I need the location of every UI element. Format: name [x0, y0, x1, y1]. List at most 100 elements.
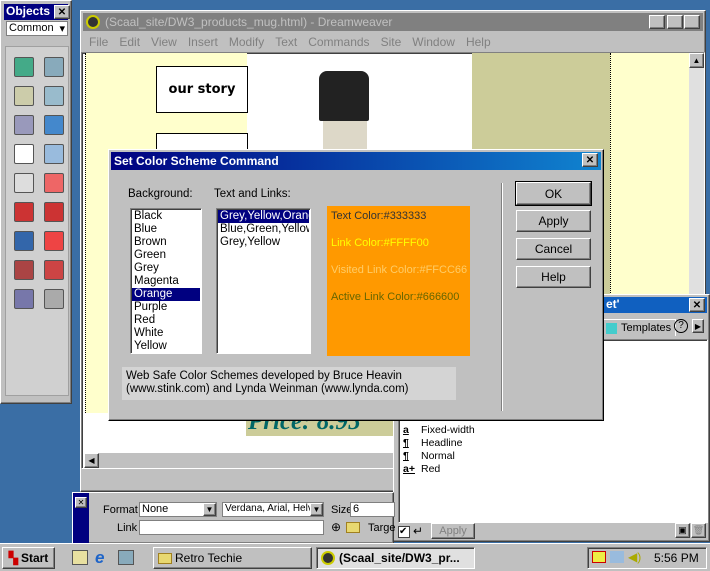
rollover-image-icon[interactable]: [44, 57, 64, 77]
category-select[interactable]: Common ▾: [6, 21, 68, 36]
background-option[interactable]: Red: [132, 314, 200, 327]
volume-icon[interactable]: ◀): [628, 550, 641, 564]
generator-icon[interactable]: [44, 231, 64, 251]
objects-panel: Objects ✕ Common ▾: [0, 0, 72, 404]
applet-icon[interactable]: [14, 260, 34, 280]
background-option[interactable]: Blue: [132, 223, 200, 236]
background-option[interactable]: Brown: [132, 236, 200, 249]
horizontal-rule-icon[interactable]: [14, 115, 34, 135]
navigation-bar-icon[interactable]: [44, 115, 64, 135]
menu-view[interactable]: View: [151, 35, 177, 49]
background-option[interactable]: Black: [132, 210, 200, 223]
help-button[interactable]: Help: [516, 266, 591, 288]
menu-site[interactable]: Site: [381, 35, 402, 49]
menu-text[interactable]: Text: [275, 35, 297, 49]
menu-edit[interactable]: Edit: [119, 35, 140, 49]
scheme-option[interactable]: Grey,Yellow: [218, 236, 309, 249]
close-button[interactable]: ✕: [582, 153, 598, 167]
style-item[interactable]: ¶ Normal: [403, 450, 455, 463]
menu-help[interactable]: Help: [466, 35, 491, 49]
menu-bar: File Edit View Insert Modify Text Commands Site…: [89, 35, 502, 49]
style-icon: ¶: [403, 437, 409, 449]
tab-templates[interactable]: Templates: [602, 319, 677, 336]
taskbar: ▚ Start e Retro Techie (Scaal_site/DW3_pr…: [0, 543, 710, 571]
point-to-file-icon[interactable]: ⊕: [331, 520, 341, 534]
ok-button[interactable]: OK: [515, 181, 592, 206]
internet-explorer-icon[interactable]: e: [95, 548, 104, 568]
close-button[interactable]: ✕: [684, 15, 700, 29]
style-item[interactable]: a+ Red: [403, 463, 440, 476]
size-select[interactable]: 6: [350, 502, 395, 517]
task-dreamweaver[interactable]: (Scaal_site/DW3_pr...: [316, 547, 475, 569]
text-links-list[interactable]: Grey,Yellow,OrangeBlue,Green,YellowGrey,…: [216, 208, 311, 354]
style-label: Red: [421, 463, 441, 475]
dialog-title: Set Color Scheme Command: [114, 154, 279, 168]
background-option[interactable]: Green: [132, 249, 200, 262]
windows-logo-icon: ▚: [8, 551, 18, 565]
background-option[interactable]: Grey: [132, 262, 200, 275]
our-story-button[interactable]: our story: [156, 66, 248, 113]
font-select[interactable]: Verdana, Arial, Helv ▼: [222, 502, 324, 517]
background-option[interactable]: Purple: [132, 301, 200, 314]
close-icon[interactable]: ✕: [689, 298, 705, 312]
shockwave-icon[interactable]: [14, 231, 34, 251]
help-icon[interactable]: ?: [674, 319, 688, 333]
trash-icon[interactable]: 🗑: [691, 523, 706, 538]
close-icon[interactable]: ✕: [75, 497, 87, 508]
line-break-icon[interactable]: [44, 144, 64, 164]
menu-insert[interactable]: Insert: [188, 35, 218, 49]
panel-menu-arrow-icon[interactable]: ▶: [692, 319, 704, 333]
background-list[interactable]: Black Blue Brown Green Grey Magenta Orange Purp…: [130, 208, 202, 354]
plugin-icon[interactable]: [14, 289, 34, 309]
menu-commands[interactable]: Commands: [308, 35, 369, 49]
display-icon[interactable]: [592, 551, 606, 563]
auto-apply-checkbox[interactable]: ✔: [398, 526, 410, 538]
scheme-option[interactable]: Grey,Yellow,Orange: [218, 210, 309, 223]
fireworks-icon[interactable]: [44, 202, 64, 222]
credits-box: Web Safe Color Schemes developed by Bruc…: [122, 367, 456, 400]
menu-file[interactable]: File: [89, 35, 108, 49]
background-option[interactable]: White: [132, 327, 200, 340]
style-item[interactable]: ¶ Headline: [403, 437, 462, 450]
outlook-express-icon[interactable]: [118, 550, 134, 565]
flash-icon[interactable]: [14, 202, 34, 222]
maximize-button[interactable]: □: [667, 15, 683, 29]
window-title: (Scaal_site/DW3_products_mug.html) - Dre…: [105, 15, 393, 29]
chevron-down-icon: ▼: [310, 503, 323, 516]
email-link-icon[interactable]: [14, 173, 34, 193]
scroll-up-icon[interactable]: ▲: [689, 53, 704, 68]
activex-icon[interactable]: [44, 260, 64, 280]
tabular-data-icon[interactable]: [44, 86, 64, 106]
start-button[interactable]: ▚ Start: [2, 547, 55, 569]
clock: 5:56 PM: [654, 551, 699, 565]
scheme-option[interactable]: Blue,Green,Yellow: [218, 223, 309, 236]
folder-icon[interactable]: [346, 522, 360, 533]
background-option[interactable]: Magenta: [132, 275, 200, 288]
background-option[interactable]: Orange: [132, 288, 200, 301]
format-select[interactable]: None ▼: [139, 502, 217, 517]
close-icon[interactable]: ✕: [54, 5, 70, 19]
cancel-button[interactable]: Cancel: [516, 238, 591, 260]
task-retro-techie[interactable]: Retro Techie: [153, 547, 312, 569]
apply-button[interactable]: Apply: [516, 210, 591, 232]
menu-window[interactable]: Window: [412, 35, 455, 49]
image-icon[interactable]: [14, 57, 34, 77]
scroll-left-icon[interactable]: ◀: [84, 453, 99, 468]
apply-button[interactable]: Apply: [431, 523, 475, 539]
minimize-button[interactable]: _: [649, 15, 665, 29]
link-label: Link: [117, 522, 138, 534]
style-item[interactable]: a Fixed-width: [403, 424, 475, 437]
date-icon[interactable]: [44, 173, 64, 193]
show-desktop-icon[interactable]: [72, 550, 88, 565]
menu-modify[interactable]: Modify: [229, 35, 264, 49]
new-style-icon[interactable]: ▣: [675, 523, 690, 538]
background-option[interactable]: Yellow: [132, 340, 200, 353]
layer-icon[interactable]: [14, 144, 34, 164]
table-icon[interactable]: [14, 86, 34, 106]
network-icon[interactable]: [610, 551, 624, 563]
server-side-include-icon[interactable]: [44, 289, 64, 309]
link-input[interactable]: [139, 520, 324, 535]
chevron-down-icon: ▾: [59, 23, 65, 35]
style-label: Normal: [421, 450, 455, 462]
background-label: Background:: [128, 188, 193, 200]
